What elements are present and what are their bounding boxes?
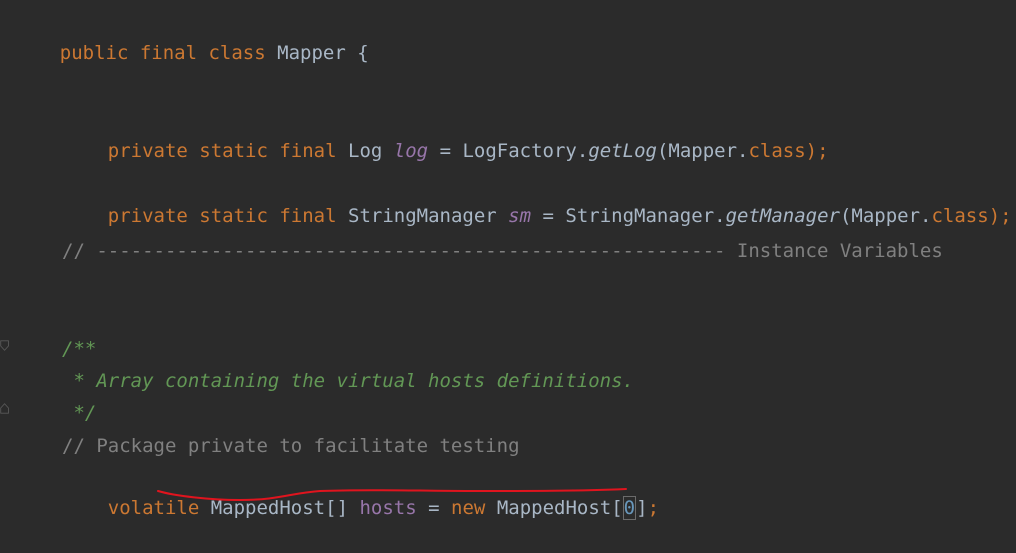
code-editor[interactable]: public final class Mapper { private stat… [0,0,1016,520]
red-underline-annotation [157,488,627,502]
